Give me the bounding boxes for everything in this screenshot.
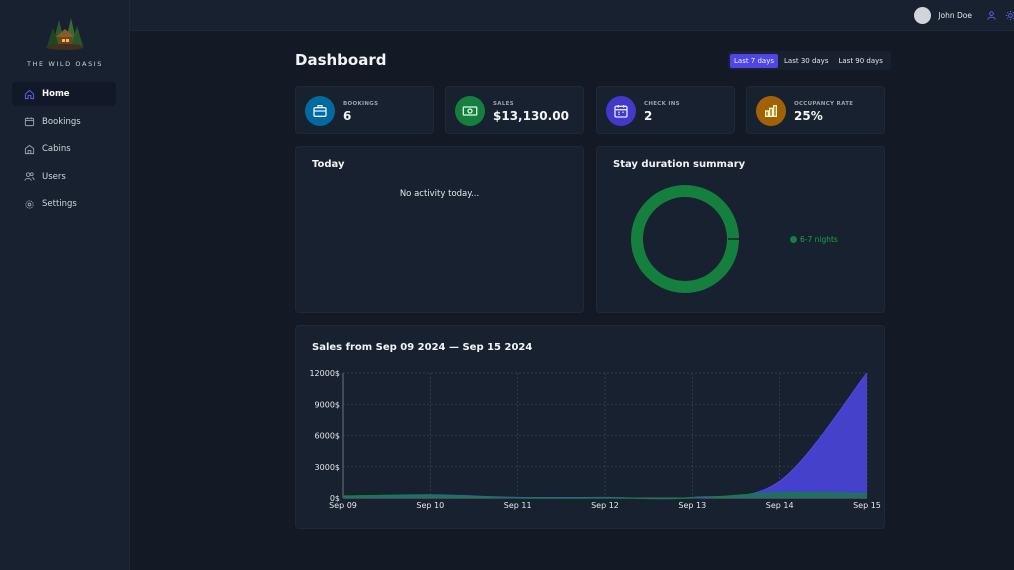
theme-toggle-icon[interactable]	[1005, 10, 1014, 21]
sidebar-item-label: Home	[42, 89, 70, 99]
stat-value: 2	[644, 109, 653, 123]
y-tick-label: 6000$	[315, 432, 340, 441]
donut-legend: 6-7 nights	[790, 235, 838, 244]
sidebar-item-users[interactable]: Users	[12, 165, 116, 189]
x-tick-label: Sep 14	[766, 501, 794, 510]
stat-value: 6	[343, 109, 352, 123]
stay-duration-panel: Stay duration summary 6-7 nights	[596, 146, 885, 313]
x-tick-label: Sep 09	[329, 501, 357, 510]
today-title: Today	[312, 159, 345, 170]
top-bar: John Doe	[130, 0, 1014, 31]
filter-last-7-days[interactable]: Last 7 days	[730, 53, 779, 68]
avatar	[914, 7, 932, 24]
sidebar-item-settings[interactable]: Settings	[12, 192, 116, 216]
briefcase-icon	[305, 96, 335, 126]
sidebar-nav: Home Bookings Cabins Users Settings	[12, 82, 116, 220]
donut-slice-6-7-nights	[631, 185, 739, 293]
brand-name: THE WILD OASIS	[26, 60, 104, 68]
users-icon	[24, 172, 35, 181]
stat-card-check-ins: CHECK INS 2	[596, 86, 735, 134]
y-tick-label: 3000$	[315, 463, 340, 472]
stat-value: $13,130.00	[493, 109, 569, 123]
cabin-icon	[24, 144, 35, 154]
stat-value: 25%	[794, 109, 823, 123]
date-filter: Last 7 days Last 30 days Last 90 days	[728, 51, 891, 70]
empty-state-text: No activity today...	[399, 189, 480, 199]
stat-card-bookings: BOOKINGS 6	[295, 86, 434, 134]
logo-icon	[46, 18, 84, 50]
stay-duration-donut	[631, 185, 740, 293]
sidebar: THE WILD OASIS Home Bookings Cabins User…	[0, 0, 130, 570]
sidebar-item-label: Settings	[42, 199, 77, 209]
sidebar-item-label: Bookings	[42, 116, 81, 127]
y-tick-label: 9000$	[315, 400, 340, 409]
sidebar-item-label: Cabins	[42, 144, 71, 154]
x-tick-label: Sep 13	[678, 501, 706, 510]
gear-icon	[25, 199, 34, 209]
stat-card-sales: SALES $13,130.00	[445, 86, 584, 134]
legend-label: 6-7 nights	[800, 235, 838, 244]
y-tick-label: 12000$	[309, 369, 340, 378]
sidebar-item-home[interactable]: Home	[12, 82, 116, 106]
sales-area-chart: 0$3000$6000$9000$12000$Sep 09 Sep 10 Sep 1…	[309, 369, 881, 510]
filter-last-90-days[interactable]: Last 90 days	[834, 54, 886, 68]
user-name: John Doe	[938, 11, 972, 20]
stat-card-occupancy-rate: OCCUPANCY RATE 25%	[746, 86, 885, 134]
stat-label: OCCUPANCY RATE	[794, 101, 854, 107]
x-tick-label: Sep 12	[591, 501, 619, 510]
x-tick-label: Sep 10	[416, 501, 444, 510]
sidebar-item-cabins[interactable]: Cabins	[12, 137, 116, 161]
filter-last-30-days[interactable]: Last 30 days	[780, 54, 832, 68]
calendar-icon	[24, 117, 35, 127]
user-menu[interactable]: John Doe	[914, 7, 972, 24]
today-panel: Today No activity today...	[295, 146, 584, 313]
stay-duration-title: Stay duration summary	[613, 159, 746, 170]
home-icon	[24, 89, 35, 99]
stat-label: BOOKINGS	[343, 101, 379, 107]
banknotes-icon	[455, 96, 485, 126]
legend-dot	[790, 236, 797, 243]
page-title: Dashboard	[295, 51, 387, 69]
stat-label: CHECK INS	[644, 101, 680, 107]
sales-panel: Sales from Sep 09 2024 — Sep 15 2024 0$ 3…	[295, 325, 885, 529]
sidebar-item-bookings[interactable]: Bookings	[12, 110, 116, 134]
x-tick-label: Sep 11	[504, 501, 532, 510]
calendar-days-icon	[606, 96, 636, 126]
stat-label: SALES	[493, 101, 514, 107]
chart-bar-icon	[756, 96, 786, 126]
logo: THE WILD OASIS	[0, 14, 130, 68]
user-icon[interactable]	[986, 10, 997, 21]
sidebar-item-label: Users	[42, 171, 66, 182]
x-tick-label: Sep 15	[853, 501, 881, 510]
